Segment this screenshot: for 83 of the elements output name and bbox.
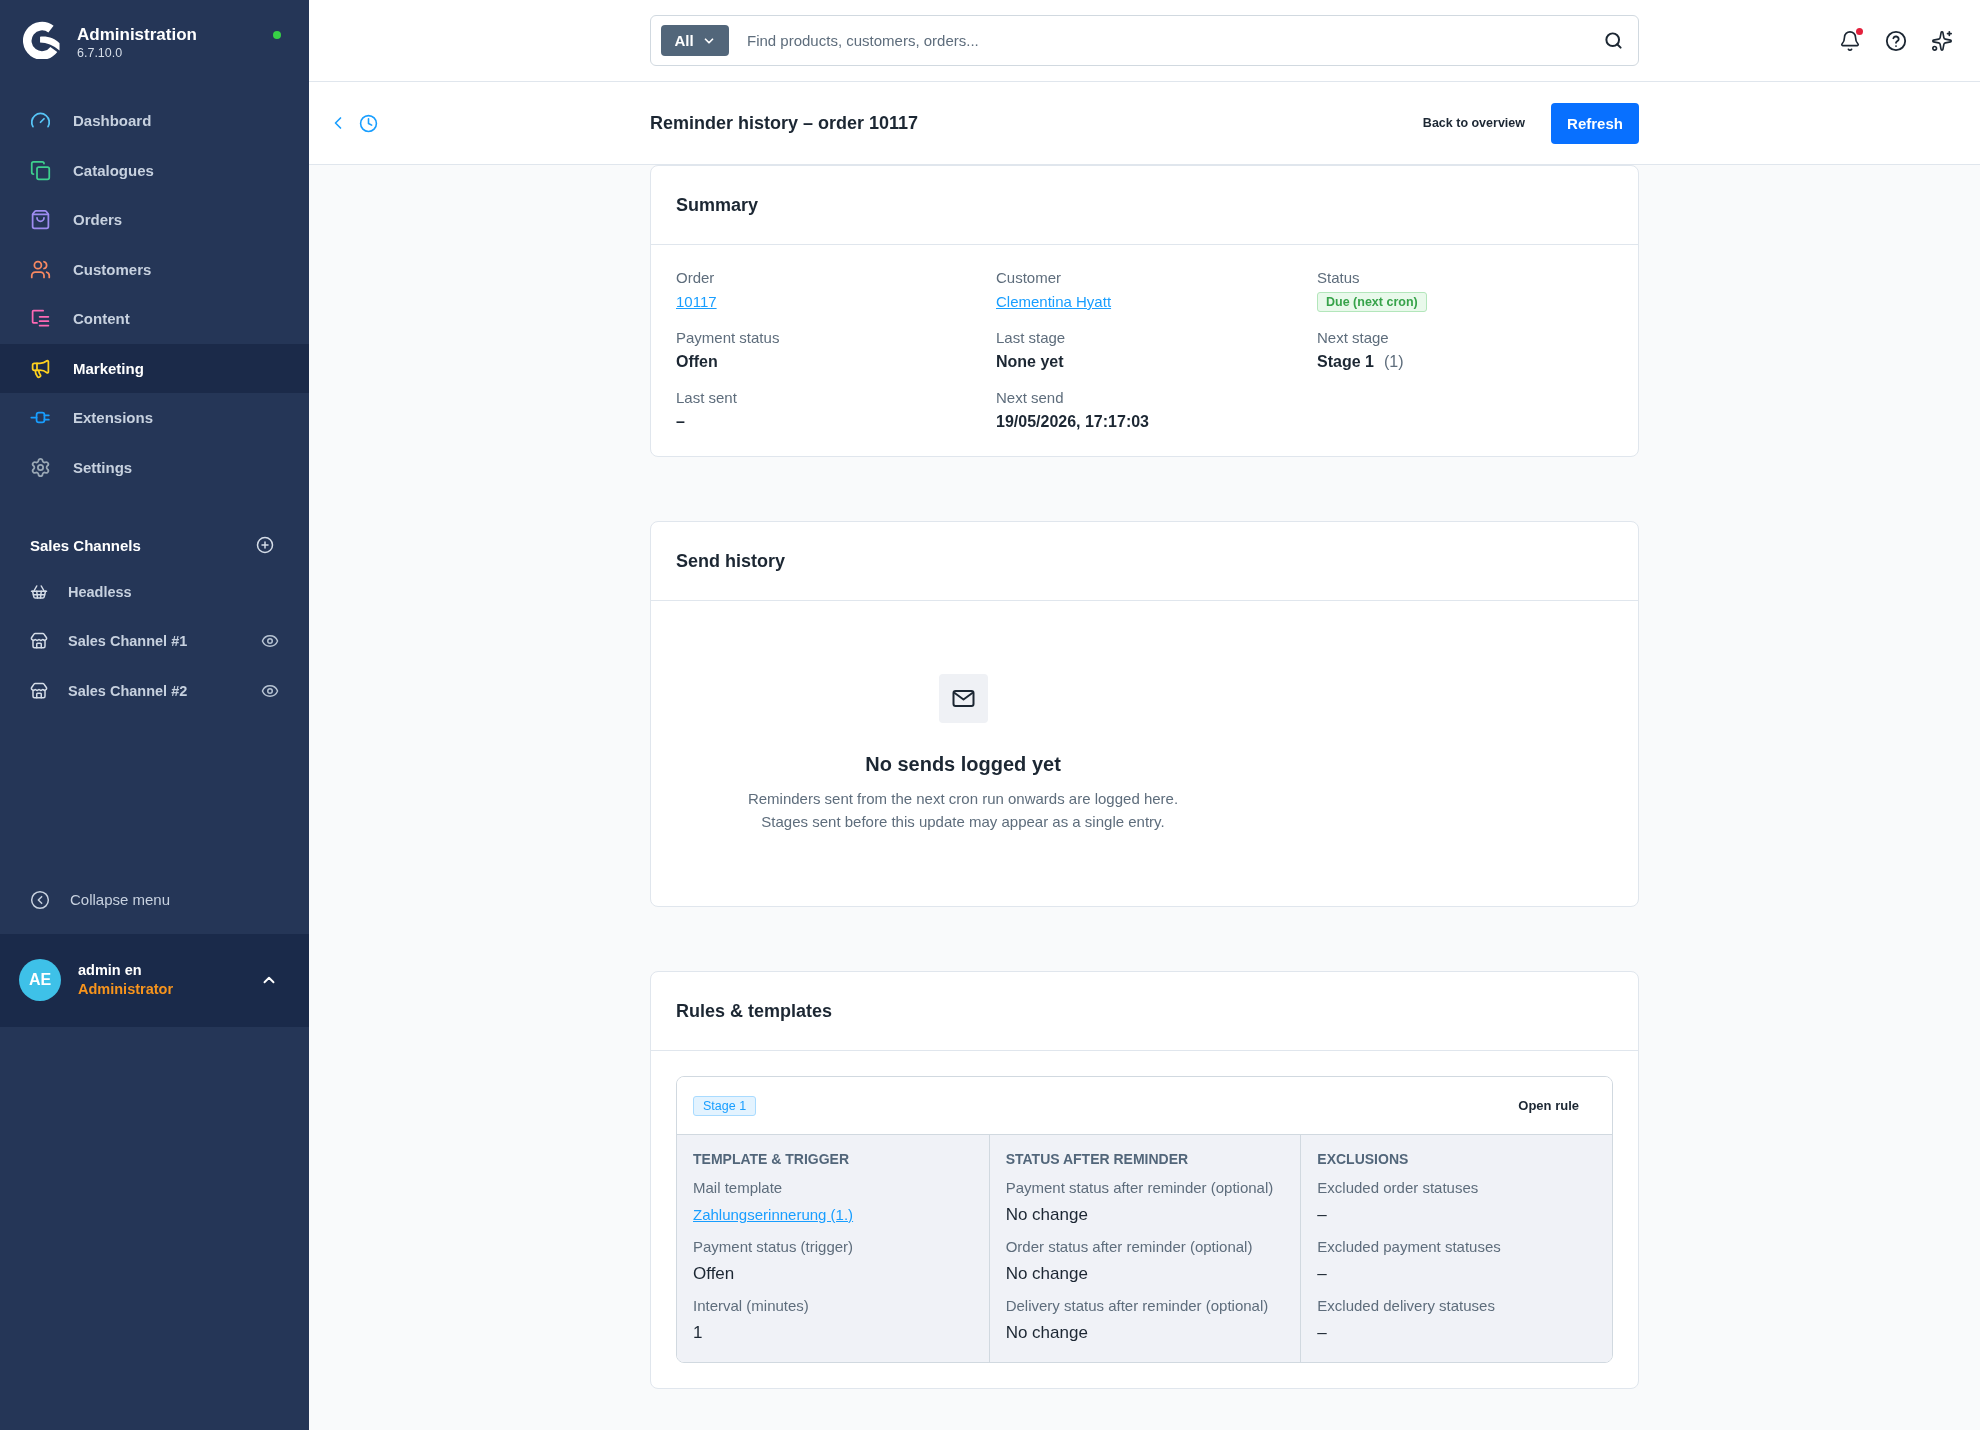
field-value: No change	[1005, 1263, 1089, 1285]
field-value: 19/05/2026, 17:17:03	[996, 412, 1149, 432]
field-value: –	[1317, 1263, 1328, 1285]
field-label: Next send	[996, 388, 1065, 408]
open-rule-button[interactable]: Open rule	[1501, 1087, 1596, 1124]
plus-circle-icon[interactable]	[256, 536, 274, 554]
settings-icon	[30, 456, 51, 478]
field-label: Customer	[996, 268, 1063, 288]
basket-icon	[30, 582, 48, 601]
page-title: Reminder history – order 10117	[650, 112, 920, 134]
circle-chevron-left-icon	[30, 889, 50, 910]
nav-item[interactable]: Orders	[0, 195, 309, 245]
logo-icon	[22, 21, 60, 59]
storefront-icon	[30, 632, 48, 651]
field-label: Last sent	[676, 388, 738, 408]
clock-icon[interactable]	[359, 113, 378, 133]
field-value: 1	[693, 1322, 704, 1344]
storefront-icon	[30, 681, 48, 700]
nav-item[interactable]: Content	[0, 294, 309, 344]
bag-icon	[30, 209, 51, 231]
field-label: Excluded delivery statuses	[1317, 1296, 1496, 1316]
card-title: Summary	[676, 194, 759, 216]
empty-description: Stages sent before this update may appear as a single entry.	[761, 812, 1165, 832]
column-heading: TEMPLATE & TRIGGER	[693, 1150, 851, 1169]
empty-description: Reminders sent from the next cron run onwards are logged here.	[747, 789, 1179, 809]
sales-channel-item[interactable]: Sales Channel #2	[0, 666, 309, 716]
sparkles-icon[interactable]	[1931, 29, 1953, 52]
envelope-icon	[938, 674, 988, 723]
app-version: 6.7.10.0	[77, 45, 124, 62]
field-label: Excluded payment statuses	[1317, 1237, 1502, 1257]
app-title: Administration	[77, 24, 198, 45]
back-link[interactable]: Back to overview	[1422, 116, 1525, 130]
nav-item[interactable]: Dashboard	[0, 96, 309, 146]
user-name: admin en	[78, 961, 143, 980]
question-mark-icon[interactable]	[1885, 29, 1907, 52]
card-title: Send history	[676, 550, 786, 572]
bell-icon[interactable]	[1839, 29, 1861, 52]
field-label: Mail template	[693, 1178, 784, 1198]
collapse-menu-button[interactable]: Collapse menu	[0, 877, 309, 922]
field-label: Interval (minutes)	[693, 1296, 810, 1316]
field-label: Payment status after reminder (optional)	[1005, 1178, 1275, 1198]
field-label: Order status after reminder (optional)	[1005, 1237, 1254, 1257]
field-value: No change	[1005, 1322, 1089, 1344]
field-value: Stage 1	[1317, 352, 1374, 372]
nav-item[interactable]: Marketing	[0, 343, 309, 393]
field-value: No change	[1005, 1204, 1089, 1226]
nav-item[interactable]: Extensions	[0, 393, 309, 443]
sales-channel-item[interactable]: Headless	[0, 567, 309, 617]
field-label: Order	[676, 268, 716, 288]
section-title: Sales Channels	[30, 536, 141, 554]
field-label: Last stage	[996, 328, 1067, 348]
field-value: –	[1317, 1322, 1328, 1344]
scope-dropdown[interactable]: All	[661, 25, 729, 56]
sales-channel-item[interactable]: Sales Channel #1	[0, 616, 309, 666]
people-icon	[30, 258, 51, 280]
megaphone-icon	[30, 357, 51, 379]
field-value: None yet	[996, 352, 1064, 372]
stage-badge: Stage 1	[693, 1095, 757, 1116]
nav-item[interactable]: Customers	[0, 244, 309, 294]
nav-item[interactable]: Catalogues	[0, 145, 309, 195]
nav-item[interactable]: Settings	[0, 442, 309, 492]
squares-icon	[30, 159, 51, 181]
field-value: Offen	[693, 1263, 736, 1285]
field-label: Payment status (trigger)	[693, 1237, 855, 1257]
column-heading: EXCLUSIONS	[1317, 1150, 1410, 1169]
field-label: Next stage	[1317, 328, 1390, 348]
field-label: Status	[1317, 268, 1361, 288]
avatar: AE	[19, 959, 61, 1001]
search-field[interactable]: All Find products, customers, orders...	[650, 15, 1639, 66]
field-value: –	[676, 412, 685, 432]
column-heading: STATUS AFTER REMINDER	[1005, 1150, 1190, 1169]
field-label: Payment status	[676, 328, 781, 348]
field-value: –	[1317, 1204, 1328, 1226]
status-badge: Due (next cron)	[1317, 292, 1427, 312]
empty-title: No sends logged yet	[865, 752, 1061, 777]
refresh-button[interactable]: Refresh	[1551, 102, 1639, 144]
search-icon[interactable]	[1604, 31, 1623, 50]
field-label: Excluded order statuses	[1317, 1178, 1480, 1198]
field-value: Offen	[676, 352, 718, 372]
field-note: (1)	[1383, 353, 1404, 371]
user-role: Administrator	[78, 980, 175, 999]
card-title: Rules & templates	[676, 1000, 833, 1022]
field-label: Delivery status after reminder (optional)	[1005, 1296, 1270, 1316]
